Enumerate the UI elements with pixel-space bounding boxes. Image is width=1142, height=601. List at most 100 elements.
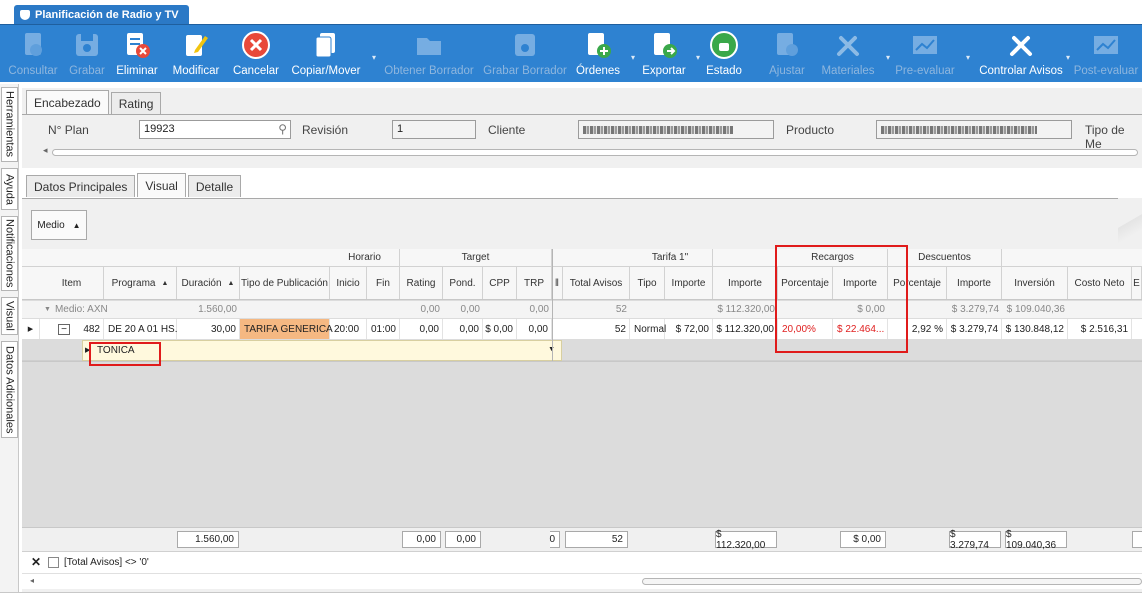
column-resize-handle[interactable]: ‖ (552, 267, 563, 299)
sort-up-icon: ▲ (227, 279, 235, 287)
delete-doc-icon (122, 30, 152, 60)
estado-button[interactable]: Estado (701, 25, 747, 83)
pre-evaluar-button[interactable]: Pre-evaluar (888, 25, 962, 83)
column-header-tipo[interactable]: Tipo (630, 267, 665, 299)
dropdown-arrow-icon[interactable]: ▾ (966, 53, 970, 62)
cell-rating[interactable]: 0,00 (400, 319, 443, 339)
tab-datos-principales[interactable]: Datos Principales (26, 175, 136, 197)
cell-tipo-publicacion[interactable]: TARIFA GENERICA (240, 319, 333, 339)
column-header-e[interactable]: E (1132, 267, 1142, 299)
collapse-icon[interactable]: − (58, 324, 70, 335)
shield-icon (20, 9, 30, 20)
plan-number-field[interactable]: 19923 ⚲ (139, 120, 291, 139)
column-header-importe[interactable]: Importe (713, 267, 778, 299)
group-trp: 0,00 (529, 304, 549, 315)
export-icon (649, 30, 679, 60)
medio-group-button[interactable]: Medio ▲ (31, 210, 87, 240)
consultar-label: Consultar (8, 65, 58, 77)
consultar-button[interactable]: Consultar (0, 25, 66, 83)
cell-total-avisos[interactable]: 52 (563, 319, 630, 339)
cell-inicio[interactable]: 20:00 (330, 319, 367, 339)
cell-programa[interactable]: DE 20 A 01 HS. (104, 319, 178, 339)
chevron-left-icon[interactable]: ◂ (43, 145, 48, 156)
grabar-button[interactable]: Grabar (66, 25, 108, 83)
sidebar-tab-ayuda[interactable]: Ayuda (1, 168, 18, 210)
cell-trp[interactable]: 0,00 (517, 319, 552, 339)
column-header-costo-neto[interactable]: Costo Neto (1068, 267, 1132, 299)
cell-cpp[interactable]: $ 0,00 (483, 319, 517, 339)
cell-duracion[interactable]: 30,00 (177, 319, 240, 339)
materiales-button[interactable]: Materiales (818, 25, 878, 83)
table-row[interactable]: ▶ − 482 DE 20 A 01 HS. 30,00 TARIFA GENE… (22, 319, 1142, 340)
sidebar-tab-label: Herramientas (3, 91, 16, 158)
scrollbar-thumb[interactable] (642, 578, 1142, 585)
dropdown-arrow-icon[interactable]: ▾ (372, 53, 376, 62)
dropdown-arrow-icon[interactable]: ▾ (886, 53, 890, 62)
footer-pond: 0,00 (445, 531, 481, 548)
cliente-field (578, 120, 774, 139)
column-header-inversión[interactable]: Inversión (1002, 267, 1068, 299)
dropdown-arrow-icon[interactable]: ▾ (1066, 53, 1070, 62)
close-icon[interactable]: ✕ (31, 555, 41, 569)
header-scrollbar[interactable]: ◂ (43, 145, 1138, 156)
post-evaluar-button[interactable]: Post-evaluar (1070, 25, 1142, 83)
group-row[interactable]: ▼ Medio: AXN 1.560,00 0,00 0,00 0,00 52 $… (22, 301, 1142, 319)
cell-tipo[interactable]: Normal (630, 319, 666, 339)
modificar-label: Modificar (172, 65, 220, 77)
column-header-fin[interactable]: Fin (367, 267, 400, 299)
highlight-tonica (89, 342, 161, 366)
sidebar-tab-datos-adicionales[interactable]: Datos Adicionales (1, 341, 18, 438)
órdenes-button[interactable]: Órdenes (573, 25, 623, 83)
copiar-mover-button[interactable]: Copiar/Mover (288, 25, 364, 83)
cancelar-button[interactable]: Cancelar (230, 25, 282, 83)
plan-number-value: 19923 (144, 123, 175, 135)
column-header-item[interactable]: Item (40, 267, 104, 299)
column-header-pond[interactable]: Pond. (443, 267, 483, 299)
filter-checkbox[interactable] (48, 557, 59, 568)
cell-pond[interactable]: 0,00 (443, 319, 483, 339)
controlar-avisos-button[interactable]: Controlar Avisos (975, 25, 1067, 83)
sidebar-tab-visual[interactable]: Visual (1, 297, 18, 335)
column-header-rating[interactable]: Rating (400, 267, 443, 299)
cell-costo-neto[interactable]: $ 2.516,31 (1068, 319, 1132, 339)
column-header-trp[interactable]: TRP (517, 267, 552, 299)
cell-item[interactable]: 482 (70, 319, 104, 339)
cell-importe[interactable]: $ 112.320,00 (713, 319, 778, 339)
filter-text[interactable]: [Total Avisos] <> '0' (64, 557, 149, 568)
tab-encabezado[interactable]: Encabezado (26, 90, 109, 114)
tab-detalle[interactable]: Detalle (187, 175, 242, 197)
exportar-button[interactable]: Exportar (637, 25, 691, 83)
column-header-programa[interactable]: Programa ▲ (104, 267, 177, 299)
bottom-scrollbar[interactable]: ◂ (22, 573, 1142, 589)
grabar-borrador-button[interactable]: Grabar Borrador (482, 25, 568, 83)
modificar-button[interactable]: Modificar (168, 25, 224, 83)
column-header-tipo-de-publicación[interactable]: Tipo de Publicación (240, 267, 330, 299)
save-icon (72, 30, 102, 60)
adjust-icon (772, 30, 802, 60)
column-header-cpp[interactable]: CPP (483, 267, 517, 299)
cell-fin[interactable]: 01:00 (367, 319, 400, 339)
tab-rating[interactable]: Rating (110, 92, 162, 114)
sidebar-tab-notificaciones[interactable]: Notificaciones (1, 216, 18, 291)
tab-visual[interactable]: Visual (137, 173, 186, 197)
ajustar-button[interactable]: Ajustar (760, 25, 814, 83)
column-header-total-avisos[interactable]: Total Avisos (563, 267, 630, 299)
column-header-duración[interactable]: Duración ▲ (177, 267, 240, 299)
cell-inversion[interactable]: $ 130.848,12 (1002, 319, 1068, 339)
window-tab[interactable]: Planificación de Radio y TV (14, 5, 189, 24)
summary-row: 1.560,00 0,00 0,00 0 52 $ 112.320,00 $ 0… (22, 527, 1142, 551)
column-header-importe[interactable]: Importe (947, 267, 1002, 299)
sidebar-tab-herramientas[interactable]: Herramientas (1, 87, 18, 162)
chevron-left-icon[interactable]: ◂ (30, 576, 34, 585)
cell-tarifa-importe[interactable]: $ 72,00 (665, 319, 713, 339)
column-header-inicio[interactable]: Inicio (330, 267, 367, 299)
redacted-client (583, 126, 733, 134)
cell-descuento-importe[interactable]: $ 3.279,74 (947, 319, 1002, 339)
dropdown-arrow-icon[interactable]: ▾ (696, 53, 700, 62)
dropdown-arrow-icon[interactable]: ▾ (631, 53, 635, 62)
search-icon[interactable]: ⚲ (278, 122, 287, 136)
eliminar-button[interactable]: Eliminar (114, 25, 160, 83)
cancel-icon (241, 30, 271, 60)
column-header-importe[interactable]: Importe (665, 267, 713, 299)
obtener-borrador-button[interactable]: Obtener Borrador (382, 25, 476, 83)
